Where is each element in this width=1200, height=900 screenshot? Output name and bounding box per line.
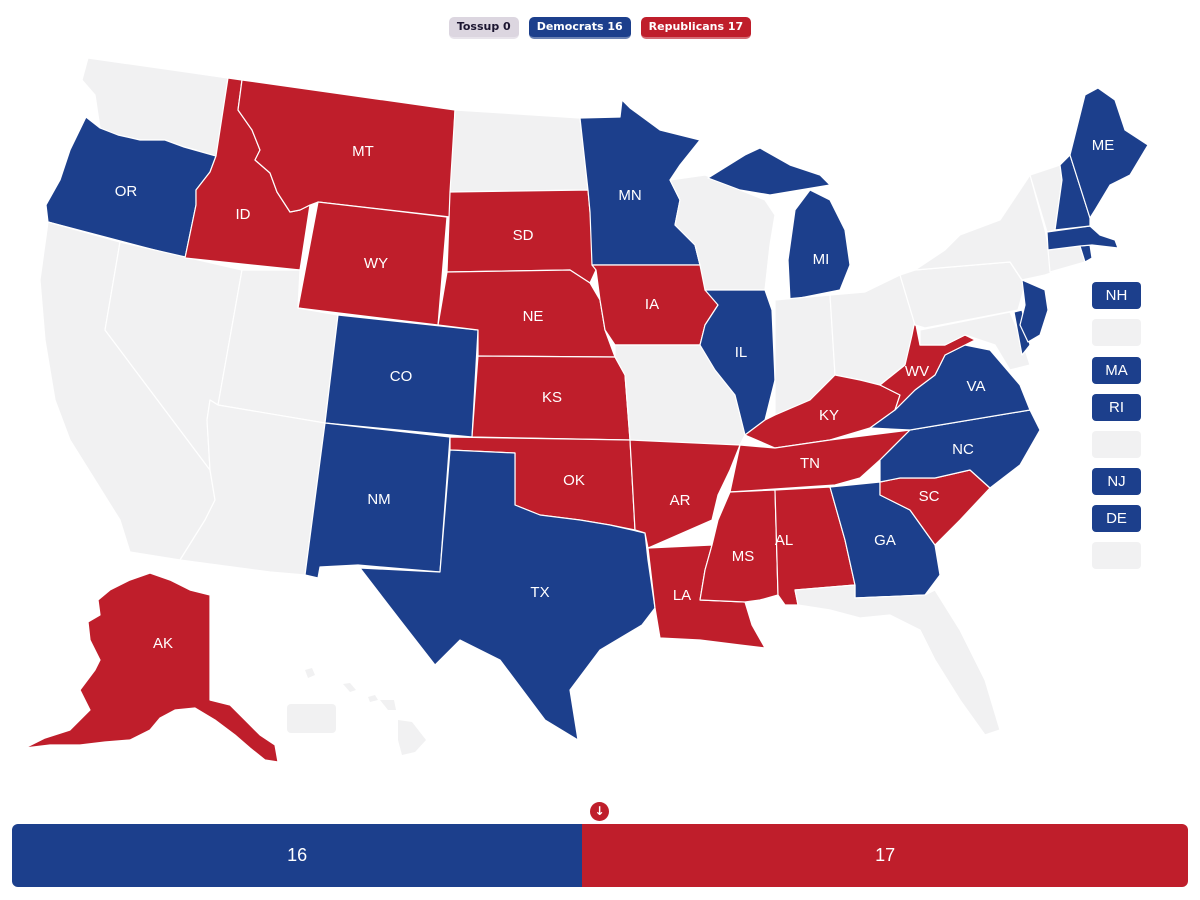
state-box-MA[interactable]: MA	[1092, 357, 1141, 384]
state-IA[interactable]	[591, 264, 719, 346]
state-box-RI[interactable]: RI	[1092, 394, 1141, 421]
state-KS[interactable]	[471, 355, 631, 441]
state-AK[interactable]	[24, 572, 279, 763]
state-box-VT[interactable]	[1092, 319, 1141, 346]
state-SD[interactable]	[446, 189, 597, 284]
state-NM[interactable]	[304, 422, 451, 579]
state-ND[interactable]	[449, 109, 589, 193]
republicans-bar-segment[interactable]: 17	[582, 824, 1188, 887]
state-box-NJ[interactable]: NJ	[1092, 468, 1141, 495]
state-CO[interactable]	[324, 314, 479, 438]
state-WY[interactable]	[297, 201, 448, 326]
state-box-NH[interactable]: NH	[1092, 282, 1141, 309]
state-FL[interactable]	[794, 584, 1001, 736]
hawaii-box[interactable]	[287, 704, 336, 733]
democrats-bar-segment[interactable]: 16	[12, 824, 583, 887]
state-NJ[interactable]	[1019, 279, 1049, 343]
arrow-down-icon: ↓	[590, 802, 609, 821]
state-box-MD[interactable]	[1092, 542, 1141, 569]
seat-balance-bar: 16 17	[12, 824, 1188, 887]
us-map: ORIDMTWYSDNECOKSNMOKTXMNIAILMIARLAMSALTN…	[24, 57, 1149, 763]
state-box-DE[interactable]: DE	[1092, 505, 1141, 532]
state-box-CT[interactable]	[1092, 431, 1141, 458]
